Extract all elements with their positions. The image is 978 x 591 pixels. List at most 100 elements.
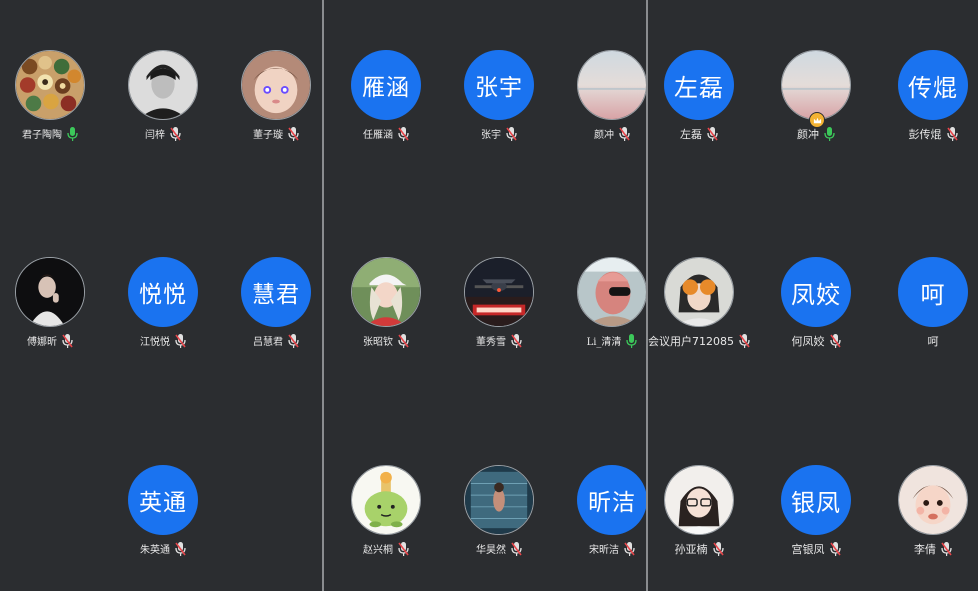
- participant-name-row: 吕慧君: [221, 333, 331, 348]
- gallery-page-3[interactable]: 左磊 左磊 颜冲 传焜 彭传焜 会议用户712085 凤姣 何凤姣 呵呵 孙亚楠…: [648, 0, 978, 591]
- avatar-initials[interactable]: 张宇: [464, 50, 534, 120]
- participant-tile[interactable]: 慧君 吕慧君: [221, 257, 331, 367]
- participant-name-row: 赵兴桐: [331, 541, 441, 556]
- participant-name: 何凤姣: [791, 335, 825, 348]
- participant-name-row: 张昭钦: [331, 333, 441, 348]
- participant-name: 会议用户712085: [648, 335, 734, 348]
- participant-tile[interactable]: 传焜 彭传焜: [878, 50, 978, 160]
- participant-tile[interactable]: 董秀雪: [444, 257, 554, 367]
- avatar-young-man-photo[interactable]: [128, 50, 198, 120]
- participant-tile[interactable]: 君子陶陶: [0, 50, 105, 160]
- avatar-toddler-photo[interactable]: [898, 465, 968, 535]
- avatar-girl-glasses-photo[interactable]: [664, 465, 734, 535]
- avatar-woman-fruit-photo[interactable]: [664, 257, 734, 327]
- participant-name: 宫银凤: [791, 543, 825, 556]
- participant-tile[interactable]: 颜冲: [761, 50, 871, 160]
- mic-muted-icon: [170, 126, 181, 141]
- participant-name: 董子璇: [253, 130, 283, 141]
- participant-name-row: 江悦悦: [108, 333, 218, 348]
- mic-muted-icon: [829, 542, 841, 556]
- participant-name: 呵: [927, 335, 939, 348]
- mic-muted-icon: [62, 333, 73, 348]
- participant-name-row: 左磊: [644, 126, 754, 142]
- participant-name: 华昊然: [476, 545, 506, 556]
- participant-name: 张宇: [481, 130, 501, 141]
- mic-muted-icon: [739, 334, 750, 348]
- avatar-initials[interactable]: 悦悦: [128, 257, 198, 327]
- participant-tile[interactable]: 李倩: [878, 465, 978, 575]
- mic-muted-icon: [619, 126, 630, 141]
- participant-tile[interactable]: 张宇 张宇: [444, 50, 554, 160]
- mic-on-icon: [626, 333, 638, 348]
- participant-name-row: 孙亚楠: [644, 541, 754, 557]
- participant-name-row: 傅娜昕: [0, 333, 105, 348]
- participant-name-row: 宫银凤: [761, 541, 871, 557]
- avatar-girl-cap-photo[interactable]: [351, 257, 421, 327]
- mic-muted-icon: [175, 541, 186, 556]
- participant-tile[interactable]: 董子璇: [221, 50, 331, 160]
- participant-tile[interactable]: 悦悦江悦悦: [108, 257, 218, 367]
- avatar-initials[interactable]: 昕洁: [577, 465, 647, 535]
- participant-name: 江悦悦: [140, 337, 170, 348]
- mic-muted-icon: [398, 126, 409, 141]
- avatar-pink-mask-photo[interactable]: [577, 257, 647, 327]
- participant-name: Li_清清: [586, 337, 622, 348]
- avatar-colorful-pattern-photo[interactable]: [15, 50, 85, 120]
- avatar-initials[interactable]: 呵: [898, 257, 968, 327]
- participant-name-row: 颜冲: [761, 126, 871, 142]
- avatar-pool-photo[interactable]: [464, 465, 534, 535]
- participant-name-row: 华昊然: [444, 541, 554, 556]
- participant-tile[interactable]: 呵呵: [878, 257, 978, 367]
- participant-name: 君子陶陶: [22, 130, 62, 141]
- participant-name: 颜冲: [797, 128, 819, 141]
- participant-tile[interactable]: 张昭钦: [331, 257, 441, 367]
- participant-name: 傅娜昕: [27, 337, 57, 348]
- participant-name-row: 董子璇: [221, 126, 331, 141]
- gallery-page-2[interactable]: 雁涵 任雁涵 张宇 张宇 颜冲 张昭钦 董秀雪 Li_清清 赵兴桐 华昊然 昕洁…: [324, 0, 647, 591]
- mic-muted-icon: [175, 333, 186, 348]
- mic-muted-icon: [398, 541, 409, 556]
- participant-name: 董秀雪: [476, 337, 506, 348]
- mic-muted-icon: [946, 127, 958, 141]
- mic-muted-icon: [398, 333, 409, 348]
- participant-tile[interactable]: 傅娜昕: [0, 257, 105, 367]
- avatar-initials[interactable]: 英通: [128, 465, 198, 535]
- avatar-initials[interactable]: 银凤: [781, 465, 851, 535]
- participant-tile[interactable]: 左磊 左磊: [644, 50, 754, 160]
- mic-muted-icon: [288, 126, 299, 141]
- avatar-initials[interactable]: 左磊: [664, 50, 734, 120]
- avatar-child-photo[interactable]: [241, 50, 311, 120]
- mic-muted-icon: [707, 127, 718, 141]
- participant-tile[interactable]: 雁涵任雁涵: [331, 50, 441, 160]
- avatar-initials[interactable]: 凤姣: [781, 257, 851, 327]
- participant-tile[interactable]: 银凤宫银凤: [761, 465, 871, 575]
- participant-name-row: 呵: [878, 333, 978, 349]
- avatar-cartoon-plant-photo[interactable]: [351, 465, 421, 535]
- avatar-initials[interactable]: 慧君: [241, 257, 311, 327]
- avatar-initials[interactable]: 传焜: [898, 50, 968, 120]
- participant-tile[interactable]: 孙亚楠: [644, 465, 754, 575]
- participant-name: 任雁涵: [363, 130, 393, 141]
- gallery-page-1[interactable]: 君子陶陶 闫梓 董子璇 傅娜昕 悦悦 江悦悦 慧君 吕慧君 英通 朱英通: [0, 0, 322, 591]
- avatar-sky-gradient-photo[interactable]: [781, 50, 851, 120]
- participant-tile[interactable]: 英通 朱英通: [108, 465, 218, 575]
- participant-name-row: 董秀雪: [444, 333, 554, 348]
- participant-name-row: 君子陶陶: [0, 126, 105, 141]
- mic-muted-icon: [511, 333, 522, 348]
- participant-tile[interactable]: 闫梓: [108, 50, 218, 160]
- avatar-initials[interactable]: 雁涵: [351, 50, 421, 120]
- participant-tile[interactable]: 会议用户712085: [644, 257, 754, 367]
- participant-name: 孙亚楠: [674, 543, 708, 556]
- avatar-airplane-photo[interactable]: [464, 257, 534, 327]
- participant-tile[interactable]: 赵兴桐: [331, 465, 441, 575]
- mic-on-icon: [824, 127, 835, 141]
- mic-on-icon: [67, 126, 78, 141]
- participant-tile[interactable]: 华昊然: [444, 465, 554, 575]
- participant-tile[interactable]: 凤姣何凤姣: [761, 257, 871, 367]
- participant-name: 赵兴桐: [363, 545, 393, 556]
- participant-name-row: 任雁涵: [331, 126, 441, 141]
- participant-name-row: 何凤姣: [761, 333, 871, 349]
- participant-name-row: 会议用户712085: [644, 333, 754, 349]
- avatar-dark-portrait-photo[interactable]: [15, 257, 85, 327]
- avatar-sky-gradient-photo[interactable]: [577, 50, 647, 120]
